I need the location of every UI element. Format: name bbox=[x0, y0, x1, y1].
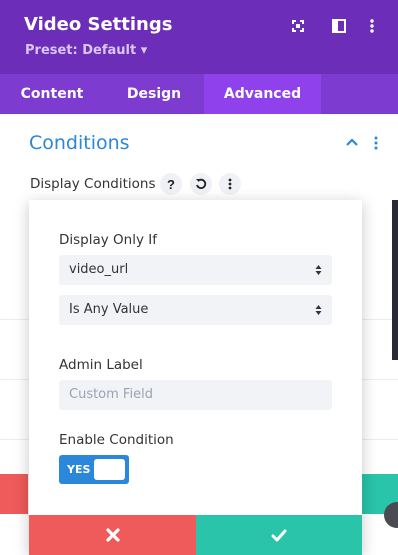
condition-field-select[interactable]: video_url bbox=[59, 255, 332, 285]
tab-content[interactable]: Content bbox=[0, 74, 104, 114]
condition-operator-select[interactable]: Is Any Value bbox=[59, 295, 332, 325]
checkmark-icon bbox=[271, 529, 287, 541]
split-view-icon[interactable] bbox=[331, 18, 347, 34]
admin-label-label: Admin Label bbox=[59, 357, 143, 373]
modal-title: Video Settings bbox=[24, 14, 173, 35]
condition-modal: Display Only If video_url Is Any Value A… bbox=[29, 200, 362, 555]
background-circle-control bbox=[384, 502, 398, 528]
help-icon[interactable]: ? bbox=[160, 173, 182, 195]
confirm-button[interactable] bbox=[196, 515, 362, 555]
reset-icon[interactable] bbox=[190, 173, 212, 195]
section-more-icon[interactable] bbox=[372, 136, 380, 150]
reset-arrow-icon bbox=[196, 178, 207, 189]
enable-condition-label: Enable Condition bbox=[59, 432, 174, 448]
close-icon bbox=[105, 528, 120, 542]
select-arrows-icon bbox=[315, 305, 322, 315]
select-arrows-icon bbox=[315, 265, 322, 275]
tab-advanced[interactable]: Advanced bbox=[204, 74, 321, 114]
more-vertical-icon[interactable] bbox=[364, 18, 380, 34]
display-only-if-label: Display Only If bbox=[59, 232, 158, 248]
toggle-state-text: YES bbox=[67, 463, 91, 476]
expand-icon[interactable] bbox=[290, 18, 306, 34]
display-conditions-label: Display Conditions bbox=[30, 176, 156, 192]
chevron-up-icon[interactable] bbox=[345, 137, 359, 147]
admin-label-input[interactable]: Custom Field bbox=[59, 380, 332, 410]
cancel-button[interactable] bbox=[29, 515, 196, 555]
tab-design[interactable]: Design bbox=[104, 74, 204, 114]
preset-selector[interactable]: Preset: Default ▾ bbox=[25, 43, 147, 58]
background-cancel-button bbox=[0, 474, 28, 514]
toggle-knob bbox=[94, 459, 125, 480]
options-icon[interactable] bbox=[219, 173, 241, 195]
background-panel-edge bbox=[392, 200, 398, 360]
settings-tabs: Content Design Advanced bbox=[0, 74, 398, 114]
section-title[interactable]: Conditions bbox=[29, 132, 130, 154]
dots-vertical-icon bbox=[228, 178, 232, 190]
enable-condition-toggle[interactable]: YES bbox=[59, 455, 129, 484]
settings-header: Video Settings Preset: Default ▾ bbox=[0, 0, 398, 74]
